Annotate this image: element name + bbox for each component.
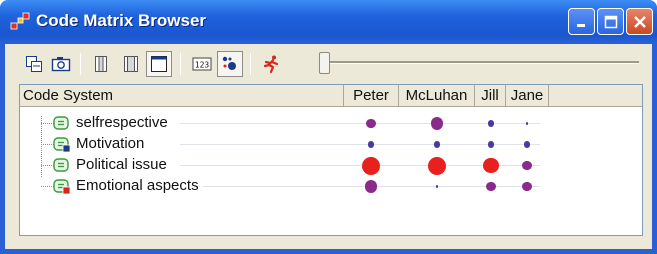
window: Code Matrix Browser 123 Code System Pete… xyxy=(0,0,657,254)
matrix-cell-symbol[interactable] xyxy=(433,141,441,148)
column-narrow-icon xyxy=(95,56,107,72)
maximize-icon xyxy=(604,15,617,28)
code-matrix-grid: Code System Peter McLuhan Jill Jane self… xyxy=(19,84,643,236)
header-column[interactable]: Peter xyxy=(344,85,399,107)
matrix-header: Code System Peter McLuhan Jill Jane xyxy=(20,85,642,107)
matrix-cell-symbol[interactable] xyxy=(525,122,529,125)
window-title: Code Matrix Browser xyxy=(36,11,207,30)
matrix-cell-symbol[interactable] xyxy=(366,118,376,129)
matrix-cell-symbol[interactable] xyxy=(364,180,378,193)
matrix-cell-symbol[interactable] xyxy=(523,141,531,148)
column-wide-icon xyxy=(151,56,167,72)
show-numbers-button[interactable]: 123 xyxy=(189,51,215,77)
matrix-cell-symbol[interactable] xyxy=(362,156,380,175)
matrix-row[interactable]: selfrespective xyxy=(20,113,642,134)
code-label: Political issue xyxy=(76,156,171,173)
slider-thumb[interactable] xyxy=(319,52,330,74)
wide-columns-button[interactable] xyxy=(146,51,172,77)
code-label: selfrespective xyxy=(76,114,172,131)
code-icon xyxy=(53,116,69,130)
row-guide-line xyxy=(180,144,540,145)
svg-text:123: 123 xyxy=(195,61,210,70)
code-memo-icon xyxy=(53,179,71,195)
close-button[interactable] xyxy=(626,8,653,35)
matrix-cell-symbol[interactable] xyxy=(435,185,439,188)
matrix-cell-symbol[interactable] xyxy=(487,141,495,148)
row-guide-line xyxy=(180,123,540,124)
copy-icon xyxy=(26,56,42,72)
matrix-cell-symbol[interactable] xyxy=(487,120,495,127)
app-icon xyxy=(10,12,30,30)
client-area: 123 Code System Peter McLuhan Jill Jane … xyxy=(5,44,652,249)
matrix-cell-symbol[interactable] xyxy=(367,141,375,148)
screenshot-button[interactable] xyxy=(48,51,74,77)
run-button[interactable] xyxy=(258,51,284,77)
header-column[interactable]: McLuhan xyxy=(399,85,475,107)
code-icon xyxy=(53,158,69,172)
title-bar[interactable]: Code Matrix Browser xyxy=(0,0,657,44)
matrix-cell-symbol[interactable] xyxy=(522,181,532,192)
code-label: Motivation xyxy=(76,135,149,152)
close-icon xyxy=(633,15,646,28)
copy-button[interactable] xyxy=(21,51,47,77)
show-symbols-button[interactable] xyxy=(217,51,243,77)
header-filler xyxy=(549,85,642,107)
narrow-columns-button[interactable] xyxy=(88,51,114,77)
matrix-cell-symbol[interactable] xyxy=(430,117,444,130)
header-code-system[interactable]: Code System xyxy=(20,85,344,107)
matrix-cell-symbol[interactable] xyxy=(522,160,532,171)
maximize-button[interactable] xyxy=(597,8,624,35)
header-column[interactable]: Jill xyxy=(475,85,506,107)
camera-icon xyxy=(51,57,71,72)
header-column[interactable]: Jane xyxy=(506,85,549,107)
numbers-123-icon: 123 xyxy=(192,57,212,71)
symbols-dots-icon xyxy=(222,56,236,70)
matrix-cell-symbol[interactable] xyxy=(483,157,499,174)
code-memo-icon xyxy=(53,137,71,153)
toolbar: 123 xyxy=(5,44,652,82)
minimize-button[interactable] xyxy=(568,8,595,35)
matrix-row[interactable]: Motivation xyxy=(20,134,642,155)
slider-track[interactable] xyxy=(327,61,639,64)
matrix-row[interactable]: Political issue xyxy=(20,155,642,176)
toolbar-separator xyxy=(250,53,251,75)
running-figure-icon xyxy=(263,55,279,74)
matrix-row[interactable]: Emotional aspects xyxy=(20,176,642,197)
minimize-icon xyxy=(576,23,585,27)
column-medium-icon xyxy=(124,56,138,72)
matrix-cell-symbol[interactable] xyxy=(486,181,496,192)
toolbar-separator xyxy=(80,53,81,75)
medium-columns-button[interactable] xyxy=(118,51,144,77)
code-label: Emotional aspects xyxy=(76,177,203,194)
toolbar-separator xyxy=(180,53,181,75)
matrix-cell-symbol[interactable] xyxy=(428,156,446,175)
